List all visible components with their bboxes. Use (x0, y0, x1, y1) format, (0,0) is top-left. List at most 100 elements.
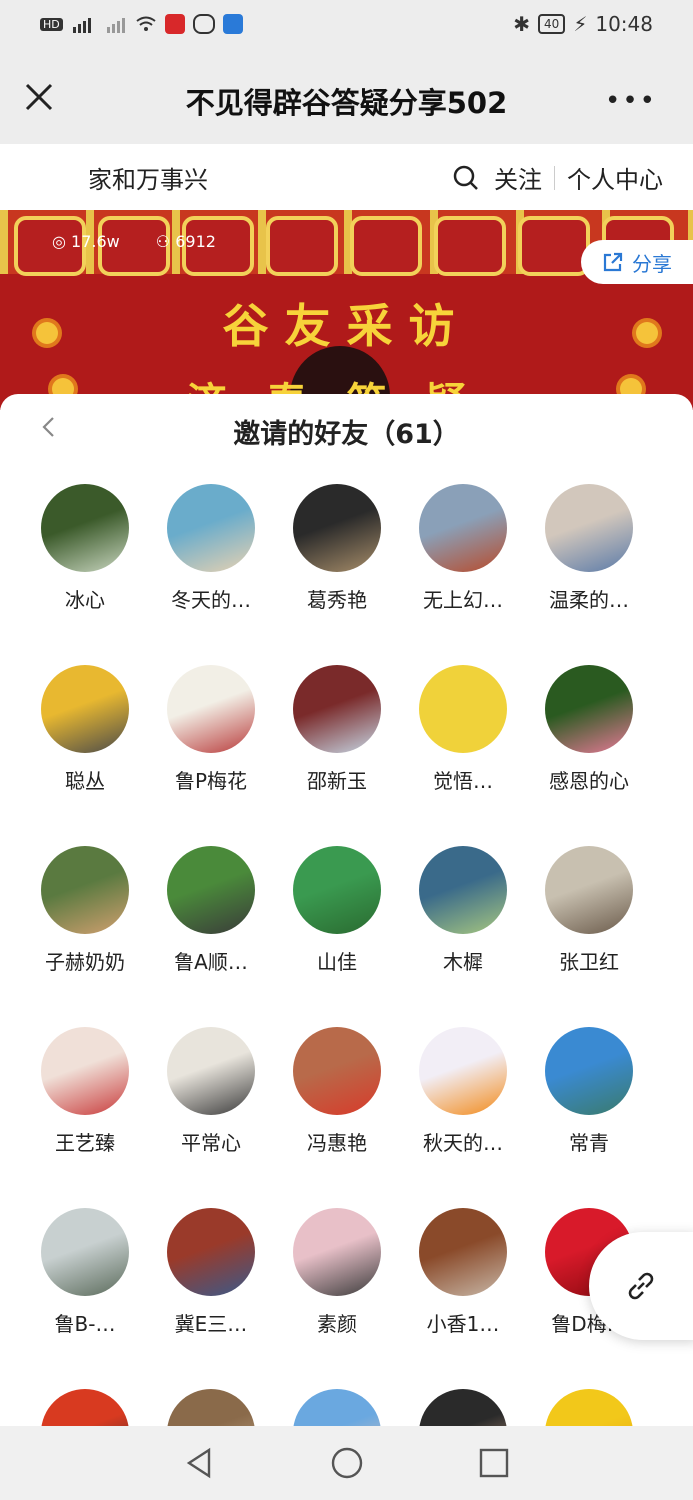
friend-item[interactable]: 木樨 (400, 846, 526, 1027)
friend-avatar[interactable] (41, 1208, 129, 1296)
friend-item[interactable] (400, 1389, 526, 1426)
system-nav-bar (0, 1426, 693, 1500)
friend-name: 无上幻… (423, 588, 503, 612)
friend-item[interactable]: 素颜 (274, 1208, 400, 1389)
friend-avatar[interactable] (293, 484, 381, 572)
friend-avatar[interactable] (545, 1027, 633, 1115)
friend-avatar[interactable] (167, 665, 255, 753)
friend-name: 葛秀艳 (307, 588, 367, 612)
friend-item[interactable]: 觉悟… (400, 665, 526, 846)
friend-item[interactable]: 鲁A顺… (148, 846, 274, 1027)
friend-avatar[interactable] (419, 665, 507, 753)
friend-item[interactable]: 无上幻… (400, 484, 526, 665)
friend-item[interactable]: 王艺臻 (22, 1027, 148, 1208)
friend-item[interactable]: 鲁P梅花 (148, 665, 274, 846)
friend-avatar[interactable] (41, 1027, 129, 1115)
friend-item[interactable]: 鲁B-… (22, 1208, 148, 1389)
friend-avatar[interactable] (419, 1027, 507, 1115)
friend-item[interactable]: 邵新玉 (274, 665, 400, 846)
friend-item[interactable]: 子赫奶奶 (22, 846, 148, 1027)
people-icon: ⚇ (155, 232, 176, 251)
title-bar: 不见得辟谷答疑分享502 ••• (0, 52, 693, 144)
chat-icon (192, 14, 215, 34)
friend-item[interactable]: 葛秀艳 (274, 484, 400, 665)
friend-name: 张卫红 (559, 950, 619, 974)
friend-item[interactable] (148, 1389, 274, 1426)
friend-item[interactable]: 常青 (526, 1027, 652, 1208)
friend-name: 冬天的… (171, 588, 251, 612)
friend-avatar[interactable] (545, 1389, 633, 1426)
friend-avatar[interactable] (41, 665, 129, 753)
friend-item[interactable]: 小香1… (400, 1208, 526, 1389)
friend-item[interactable]: 张卫红 (526, 846, 652, 1027)
friend-avatar[interactable] (545, 846, 633, 934)
notify-icon (222, 14, 243, 34)
friend-avatar[interactable] (545, 484, 633, 572)
friend-item[interactable]: 山佳 (274, 846, 400, 1027)
friend-name: 小香1… (426, 1312, 500, 1336)
recents-icon[interactable] (478, 1447, 510, 1479)
friend-item[interactable]: 冬天的… (148, 484, 274, 665)
search-icon[interactable] (452, 164, 480, 192)
friend-item[interactable] (526, 1389, 652, 1426)
back-icon[interactable] (184, 1446, 214, 1480)
friend-name: 聪丛 (65, 769, 105, 793)
friend-item[interactable]: 冯惠艳 (274, 1027, 400, 1208)
pattern-ring (350, 216, 422, 276)
share-icon (603, 252, 623, 272)
friend-item[interactable] (274, 1389, 400, 1426)
friend-name: 感恩的心 (549, 769, 629, 793)
friend-avatar[interactable] (167, 846, 255, 934)
friend-item[interactable]: 冰心 (22, 484, 148, 665)
live-banner[interactable]: ◎ 17.6w ⚇ 6912 分享 谷友采访 济春答疑 (0, 210, 693, 410)
friend-avatar[interactable] (419, 1208, 507, 1296)
sheet-title: 邀请的好友（61） (233, 419, 460, 450)
status-right: ✱ 40 ⚡ 10:48 (513, 12, 653, 36)
status-bar: HD ✱ 40 ⚡ 10:48 (0, 0, 693, 52)
friend-avatar[interactable] (293, 665, 381, 753)
friend-avatar[interactable] (293, 1027, 381, 1115)
charging-icon: ⚡ (573, 12, 588, 36)
friend-avatar[interactable] (293, 1389, 381, 1426)
banner-stats: ◎ 17.6w ⚇ 6912 (52, 232, 216, 251)
friend-name: 温柔的… (549, 588, 629, 612)
fire-icon: ◎ (52, 232, 72, 251)
friend-avatar[interactable] (41, 1389, 129, 1426)
personal-center-link[interactable]: 个人中心 (567, 160, 663, 195)
friend-name: 鲁B-… (54, 1312, 116, 1336)
friend-avatar[interactable] (41, 484, 129, 572)
friend-item[interactable]: 冀E三… (148, 1208, 274, 1389)
friend-avatar[interactable] (167, 484, 255, 572)
friend-avatar[interactable] (419, 1389, 507, 1426)
friend-item[interactable]: 秋天的… (400, 1027, 526, 1208)
friend-item[interactable] (22, 1389, 148, 1426)
friend-avatar[interactable] (293, 1208, 381, 1296)
more-menu-button[interactable]: ••• (605, 86, 657, 116)
share-button[interactable]: 分享 (581, 240, 693, 284)
friend-avatar[interactable] (419, 484, 507, 572)
friend-avatar[interactable] (167, 1027, 255, 1115)
friend-item[interactable]: 平常心 (148, 1027, 274, 1208)
pattern-ring (434, 216, 506, 276)
friend-name: 冀E三… (174, 1312, 248, 1336)
channel-name[interactable]: 家和万事兴 (88, 160, 208, 195)
friend-item[interactable]: 聪丛 (22, 665, 148, 846)
friend-name: 山佳 (317, 950, 357, 974)
invited-friends-sheet: 邀请的好友（61） 冰心 冬天的… 葛秀艳 无上幻… 温柔的… 聪丛 鲁P梅花 邵新玉 觉悟… 感… (0, 394, 693, 1426)
friend-name: 邵新玉 (307, 769, 367, 793)
follow-button[interactable]: 关注 (494, 160, 542, 195)
friend-item[interactable]: 温柔的… (526, 484, 652, 665)
friend-avatar[interactable] (545, 665, 633, 753)
friend-avatar[interactable] (419, 846, 507, 934)
friend-avatar[interactable] (293, 846, 381, 934)
friend-avatar[interactable] (41, 846, 129, 934)
friend-name: 觉悟… (433, 769, 493, 793)
home-icon[interactable] (330, 1446, 364, 1480)
friend-item[interactable]: 感恩的心 (526, 665, 652, 846)
copy-link-button[interactable] (589, 1232, 693, 1340)
friend-name: 冰心 (65, 588, 105, 612)
friend-avatar[interactable] (167, 1389, 255, 1426)
friend-name: 秋天的… (423, 1131, 503, 1155)
friend-avatar[interactable] (167, 1208, 255, 1296)
page-title: 不见得辟谷答疑分享502 (185, 86, 508, 120)
